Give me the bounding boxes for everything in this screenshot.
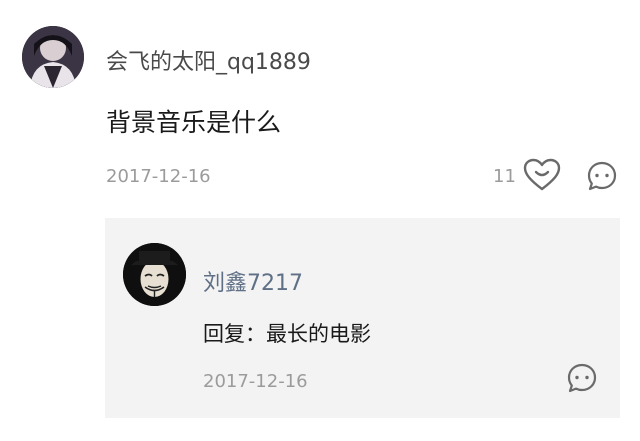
reply-box: 刘鑫7217 回复：最长的电影 2017-12-16: [105, 218, 620, 418]
reply-date: 2017-12-16: [203, 371, 308, 392]
comment-bubble-icon[interactable]: [586, 160, 618, 192]
avatar[interactable]: [22, 26, 84, 88]
comment-date: 2017-12-16: [106, 166, 211, 187]
mask-avatar[interactable]: [123, 243, 186, 306]
comment-thread: 会飞的太阳_qq1889 背景音乐是什么 2017-12-16 11 刘鑫721…: [0, 0, 640, 441]
comment-bubble-icon[interactable]: [566, 362, 598, 394]
like-count: 11: [493, 166, 516, 187]
reply-username[interactable]: 刘鑫7217: [203, 265, 303, 297]
reply-text: 回复：最长的电影: [203, 322, 371, 346]
comment-username[interactable]: 会飞的太阳_qq1889: [106, 44, 311, 76]
heart-smile-icon[interactable]: [522, 157, 562, 193]
comment-text: 背景音乐是什么: [106, 108, 282, 137]
